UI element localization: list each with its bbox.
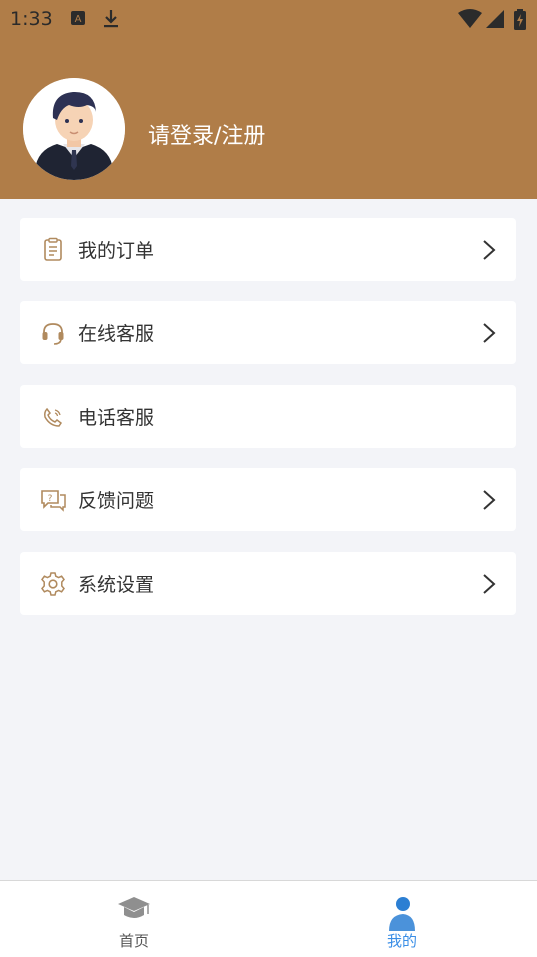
headset-icon — [42, 323, 64, 345]
menu-item-label: 我的订单 — [78, 240, 155, 262]
tab-mine[interactable]: 我的 — [342, 881, 462, 957]
font-notification-icon: A — [71, 11, 85, 25]
wifi-icon — [458, 9, 482, 28]
tab-home[interactable]: 首页 — [74, 881, 194, 957]
tab-mine-label: 我的 — [386, 932, 417, 950]
menu-item-label: 电话客服 — [78, 407, 155, 429]
avatar[interactable] — [23, 78, 125, 180]
svg-text:?: ? — [48, 494, 53, 504]
svg-text:A: A — [75, 14, 82, 25]
download-icon — [104, 10, 118, 28]
bottom-tab-bar: 首页 我的 — [0, 880, 537, 957]
tab-home-label: 首页 — [118, 932, 149, 950]
chevron-right-icon — [483, 574, 496, 594]
chevron-right-icon — [483, 323, 496, 343]
menu-item-label: 在线客服 — [78, 323, 155, 345]
login-register-link[interactable]: 请登录/注册 — [148, 118, 265, 150]
menu-item-online-service[interactable]: 在线客服 — [20, 301, 516, 364]
menu-item-label: 系统设置 — [78, 574, 155, 596]
chevron-right-icon — [483, 240, 496, 260]
graduation-cap-icon — [118, 897, 150, 918]
status-bar: 1:33 A — [0, 0, 537, 38]
signal-icon — [486, 10, 504, 28]
gear-icon — [41, 572, 65, 596]
user-avatar-icon — [23, 78, 125, 180]
status-time: 1:33 — [10, 8, 53, 30]
profile-header: 1:33 A 请登录/注册 — [0, 0, 537, 199]
menu-item-orders[interactable]: 我的订单 — [20, 218, 516, 281]
user-icon — [389, 897, 415, 931]
menu-item-label: 反馈问题 — [78, 490, 155, 512]
menu-item-settings[interactable]: 系统设置 — [20, 552, 516, 615]
menu-item-feedback[interactable]: ? 反馈问题 — [20, 468, 516, 531]
phone-icon — [44, 407, 63, 427]
feedback-icon: ? — [41, 490, 66, 512]
chevron-right-icon — [483, 490, 496, 510]
order-icon — [44, 237, 62, 261]
battery-charging-icon — [514, 9, 526, 30]
menu-item-phone-service[interactable]: 电话客服 — [20, 385, 516, 448]
